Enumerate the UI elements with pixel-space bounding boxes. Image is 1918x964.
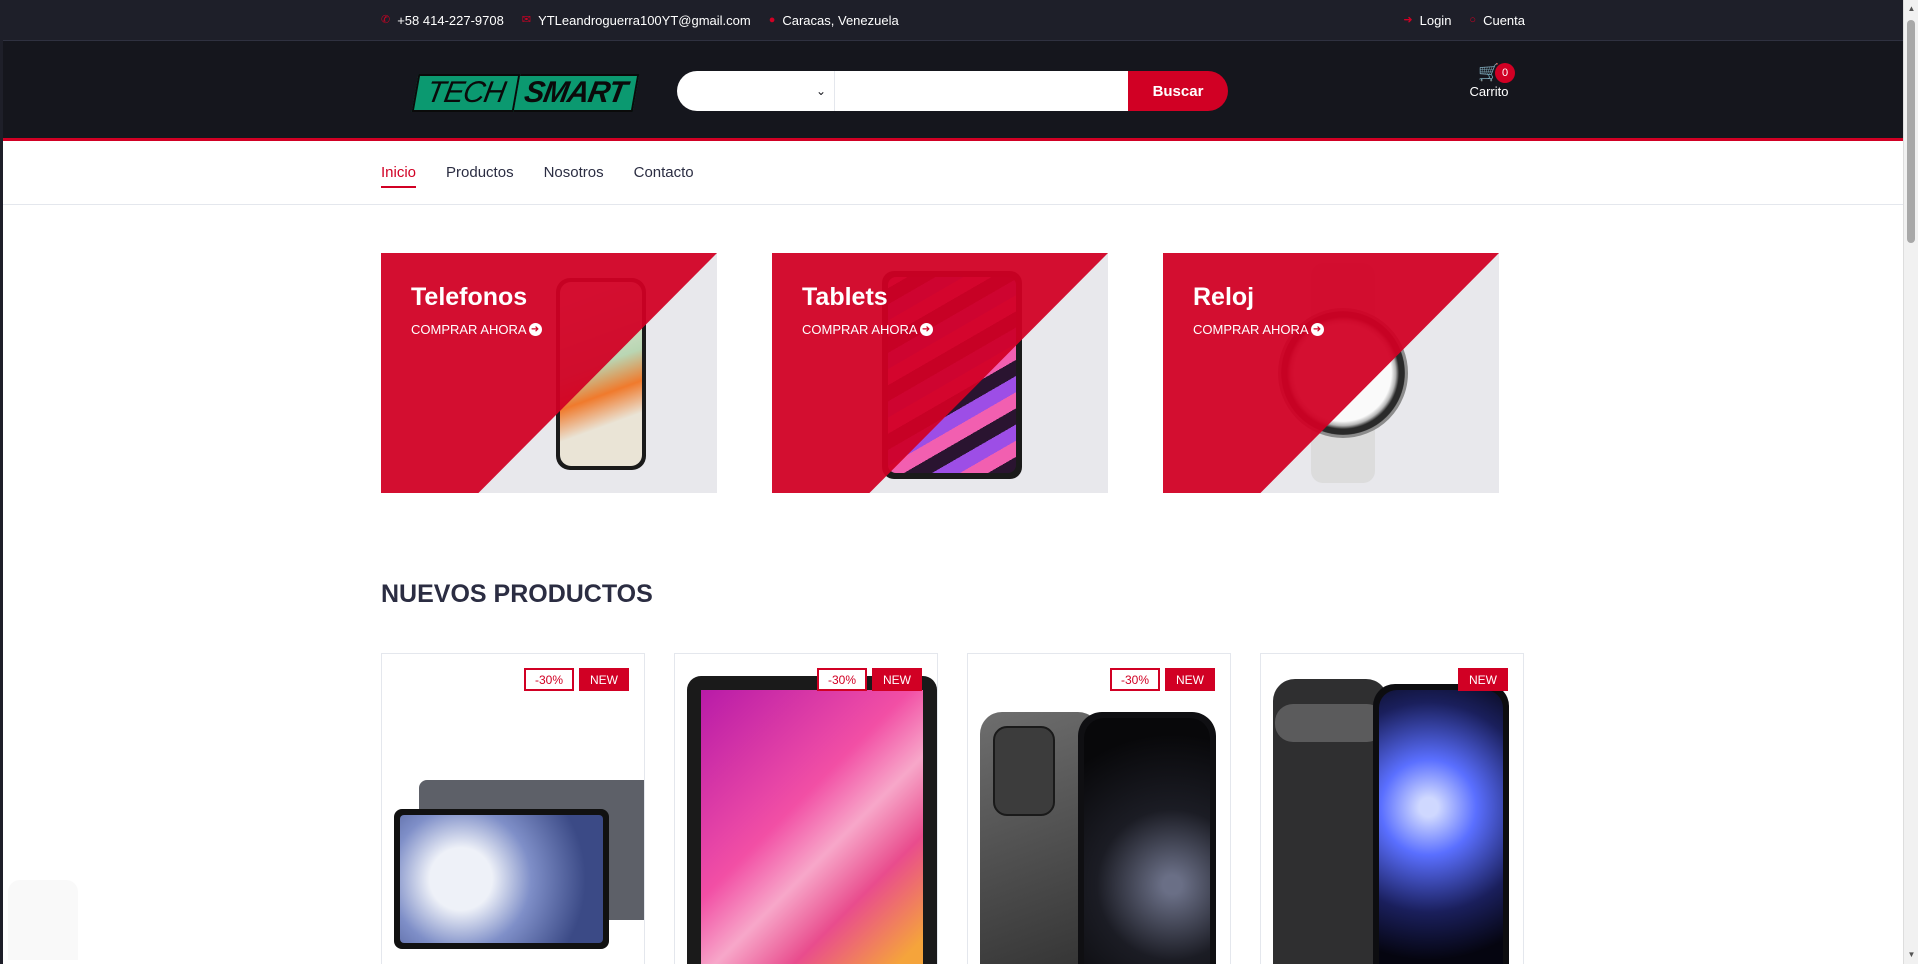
nav-item-inicio[interactable]: Inicio — [381, 164, 417, 188]
product-labels: -30% NEW — [1109, 668, 1215, 691]
new-badge: NEW — [872, 668, 922, 691]
shop-now-link[interactable]: COMPRAR AHORA ➜ — [802, 322, 933, 337]
section-title: NUEVOS PRODUCTOS — [381, 580, 653, 608]
category-card-body: Telefonos COMPRAR AHORA ➜ — [411, 283, 542, 337]
scrollbar[interactable]: ▲ ▼ — [1903, 0, 1918, 964]
cart-label: Carrito — [1469, 84, 1509, 99]
account-text: Cuenta — [1483, 12, 1525, 28]
envelope-icon: ✉ — [521, 13, 532, 26]
shop-now-label: COMPRAR AHORA — [802, 322, 918, 337]
phone-icon: ✆ — [381, 13, 391, 26]
arrow-circle-right-icon: ➜ — [919, 323, 933, 336]
cart-qty-badge: 0 — [1495, 63, 1515, 83]
product-image-front — [1078, 712, 1216, 964]
sale-badge: -30% — [523, 668, 574, 691]
login-link[interactable]: ➜ Login — [1403, 13, 1451, 28]
product-list: -30% NEW -30% NEW -30% NEW NEW — [381, 653, 1524, 964]
shop-now-label: COMPRAR AHORA — [411, 322, 527, 337]
scrollbar-thumb[interactable] — [1907, 20, 1915, 243]
login-text: Login — [1419, 12, 1452, 28]
category-title: Tablets — [802, 283, 888, 311]
location-link[interactable]: ● Caracas, Venezuela — [769, 13, 899, 28]
category-title: Telefonos — [411, 283, 528, 311]
product-labels: -30% NEW — [523, 668, 629, 691]
product-image — [687, 676, 937, 964]
logo-tech: TECH — [411, 74, 521, 112]
category-card-telefonos[interactable]: Telefonos COMPRAR AHORA ➜ — [381, 253, 717, 493]
chevron-down-icon: ⌄ — [815, 84, 826, 98]
camera-module — [1275, 704, 1385, 742]
location-text: Caracas, Venezuela — [782, 12, 899, 28]
logo-smart: SMART — [513, 74, 640, 112]
shop-now-link[interactable]: COMPRAR AHORA ➜ — [411, 322, 542, 337]
scroll-down-icon[interactable]: ▼ — [1904, 948, 1918, 962]
user-icon: ○ — [1469, 13, 1477, 26]
product-card[interactable]: -30% NEW — [674, 653, 938, 964]
main-nav: Inicio Productos Nosotros Contacto — [3, 141, 1918, 205]
nav-item-nosotros[interactable]: Nosotros — [544, 164, 604, 183]
sign-in-icon: ➜ — [1403, 13, 1413, 26]
new-badge: NEW — [1458, 668, 1508, 691]
sale-badge: -30% — [816, 668, 867, 691]
account-link[interactable]: ○ Cuenta — [1469, 13, 1525, 28]
product-labels: NEW — [1458, 668, 1508, 691]
phone-link[interactable]: ✆ +58 414-227-9708 — [381, 13, 504, 28]
phone-text: +58 414-227-9708 — [397, 12, 504, 28]
nav-item-contacto[interactable]: Contacto — [634, 164, 694, 183]
search-input[interactable] — [835, 71, 1128, 111]
category-card-body: Tablets COMPRAR AHORA ➜ — [802, 283, 933, 337]
browser-window: ✆ +58 414-227-9708 ✉ YTLeandroguerra100YT@… — [0, 0, 1918, 964]
new-badge: NEW — [1165, 668, 1215, 691]
product-card[interactable]: -30% NEW — [967, 653, 1231, 964]
email-link[interactable]: ✉ YTLeandroguerra100YT@gmail.com — [522, 13, 751, 28]
category-card-tablets[interactable]: Tablets COMPRAR AHORA ➜ — [772, 253, 1108, 493]
arrow-circle-right-icon: ➜ — [528, 323, 542, 336]
search-button[interactable]: Buscar — [1128, 71, 1228, 111]
logo[interactable]: TECH SMART — [411, 74, 640, 112]
category-title: Reloj — [1193, 283, 1255, 311]
category-banners: Telefonos COMPRAR AHORA ➜ Tablets COMPRAR… — [381, 253, 1499, 493]
product-image-front — [394, 809, 609, 949]
shop-now-label: COMPRAR AHORA — [1193, 322, 1309, 337]
product-card[interactable]: -30% NEW — [381, 653, 645, 964]
scroll-up-icon[interactable]: ▲ — [1904, 2, 1918, 16]
search-form: ⌄ Buscar — [677, 71, 1228, 111]
product-labels: -30% NEW — [816, 668, 922, 691]
email-text: YTLeandroguerra100YT@gmail.com — [538, 12, 751, 28]
camera-module — [993, 726, 1055, 816]
category-card-reloj[interactable]: Reloj COMPRAR AHORA ➜ — [1163, 253, 1499, 493]
header: TECH SMART ⌄ Buscar 🛒 Carrito 0 — [3, 41, 1918, 141]
arrow-circle-right-icon: ➜ — [1310, 323, 1324, 336]
nav-item-productos[interactable]: Productos — [446, 164, 514, 183]
new-badge: NEW — [579, 668, 629, 691]
map-marker-icon: ● — [768, 13, 776, 26]
cart-button[interactable]: 🛒 Carrito 0 — [1459, 63, 1519, 99]
chat-widget[interactable] — [8, 880, 78, 960]
sale-badge: -30% — [1109, 668, 1160, 691]
category-select[interactable]: ⌄ — [677, 71, 835, 111]
top-bar: ✆ +58 414-227-9708 ✉ YTLeandroguerra100YT@… — [3, 0, 1918, 41]
shop-now-link[interactable]: COMPRAR AHORA ➜ — [1193, 322, 1324, 337]
product-card[interactable]: NEW — [1260, 653, 1524, 964]
category-card-body: Reloj COMPRAR AHORA ➜ — [1193, 283, 1324, 337]
product-image-front — [1373, 684, 1509, 964]
